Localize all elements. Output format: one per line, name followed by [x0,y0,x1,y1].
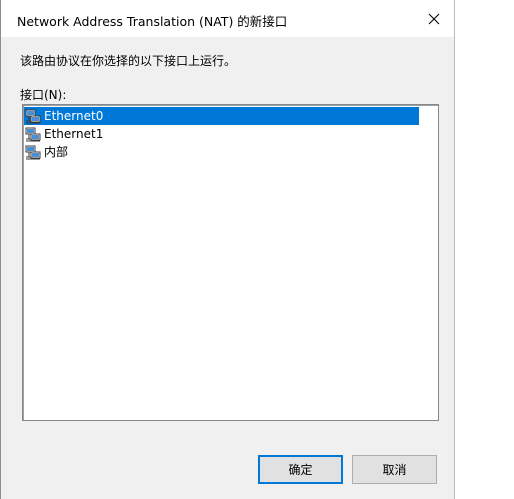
list-item-label: Ethernet1 [44,127,104,141]
ok-button[interactable]: 确定 [258,455,343,484]
list-item-label: Ethernet0 [44,109,104,123]
close-icon [428,13,440,24]
list-item-ethernet0[interactable]: Ethernet0 [24,107,419,125]
network-adapter-icon [25,109,41,124]
window-title: Network Address Translation (NAT) 的新接口 [17,14,288,29]
description-text: 该路由协议在你选择的以下接口上运行。 [20,54,237,68]
network-adapter-icon [25,127,41,142]
list-item-label: 内部 [44,145,69,159]
dialog-window: Network Address Translation (NAT) 的新接口 该… [0,0,455,499]
title-bar[interactable]: Network Address Translation (NAT) 的新接口 [1,0,454,37]
interfaces-label: 接口(N): [20,88,67,102]
interfaces-listbox[interactable]: Ethernet0 Ethernet1 内部 [22,104,439,421]
list-item-ethernet1[interactable]: Ethernet1 [24,125,107,143]
list-item-internal[interactable]: 内部 [24,143,72,161]
network-adapter-icon [25,145,41,160]
close-button[interactable] [414,0,454,37]
cancel-button[interactable]: 取消 [352,455,437,484]
